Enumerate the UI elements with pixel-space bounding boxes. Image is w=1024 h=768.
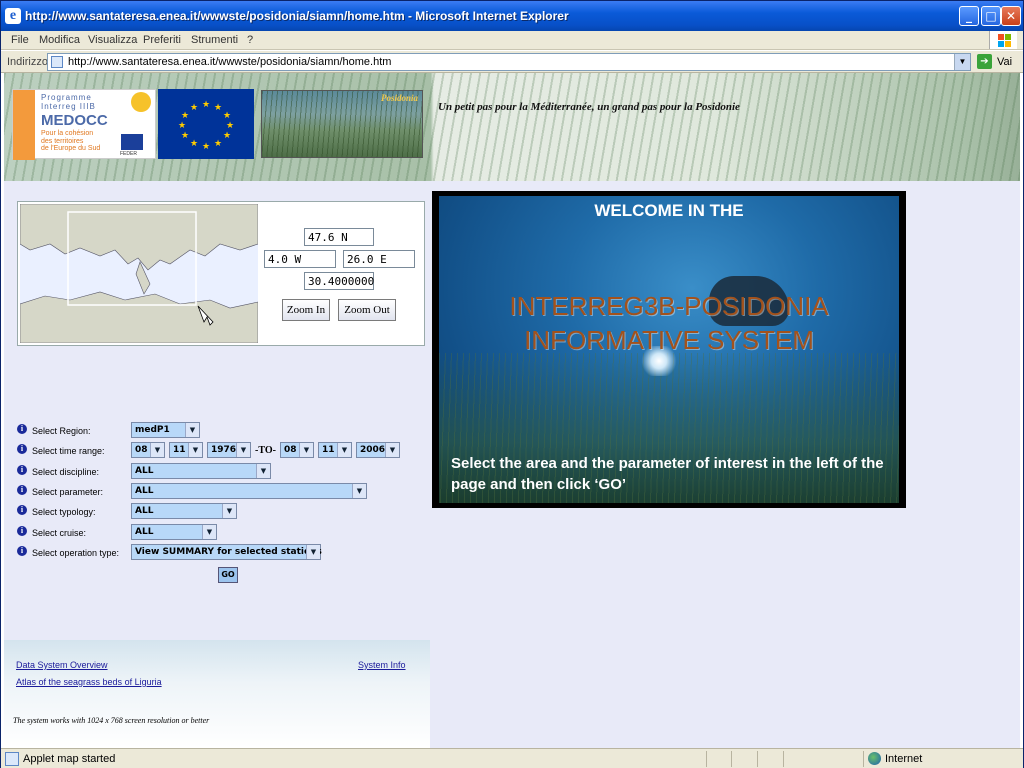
- menu-preferiti[interactable]: Preferiti: [143, 34, 181, 46]
- operation-row: i Select operation type: View SUMMARY fo…: [17, 544, 427, 563]
- go-arrow-icon[interactable]: ➔: [977, 54, 992, 69]
- parameter-select[interactable]: ALL ▼: [131, 483, 367, 499]
- svg-text:★: ★: [223, 131, 231, 141]
- menu-help[interactable]: ?: [247, 34, 253, 46]
- to-separator: -TO-: [255, 445, 276, 456]
- svg-text:★: ★: [202, 142, 210, 152]
- to-day-select[interactable]: 08 ▼: [280, 442, 314, 458]
- go-button[interactable]: GO: [218, 567, 238, 583]
- title-bar[interactable]: e http://www.santateresa.enea.it/wwwste/…: [1, 1, 1023, 31]
- info-icon[interactable]: i: [17, 485, 27, 495]
- cruise-row: i Select cruise: ALL ▼: [17, 524, 427, 543]
- to-month-select[interactable]: 11 ▼: [318, 442, 352, 458]
- east-coordinate[interactable]: 26.0 E: [343, 250, 415, 268]
- info-icon[interactable]: i: [17, 465, 27, 475]
- ie-icon: e: [5, 8, 21, 24]
- region-select[interactable]: medP1 ▼: [131, 422, 200, 438]
- window-title: http://www.santateresa.enea.it/wwwste/po…: [25, 9, 569, 23]
- status-text: Applet map started: [23, 753, 116, 765]
- system-info-link[interactable]: System Info: [358, 660, 406, 670]
- menu-bar: File Modifica Visualizza Preferiti Strum…: [1, 31, 1023, 50]
- resolution-note: The system works with 1024 x 768 screen …: [13, 716, 210, 725]
- close-button[interactable]: ✕: [1001, 6, 1021, 26]
- svg-text:★: ★: [226, 121, 234, 131]
- status-bar: Applet map started Internet: [1, 748, 1023, 768]
- posidonia-label: Posidonia: [380, 93, 418, 103]
- go-button[interactable]: Vai: [997, 56, 1012, 68]
- discipline-row: i Select discipline: ALL ▼: [17, 463, 427, 482]
- page-status-icon: [5, 752, 19, 766]
- page-content: Programme Interreg IIIB MEDOCC Pour la co…: [4, 73, 1020, 748]
- north-coordinate[interactable]: 47.6 N: [304, 228, 374, 246]
- svg-text:★: ★: [223, 111, 231, 121]
- typology-select[interactable]: ALL ▼: [131, 503, 237, 519]
- svg-text:★: ★: [181, 111, 189, 121]
- medocc-logo: Programme Interreg IIIB MEDOCC Pour la co…: [12, 89, 156, 160]
- globe-icon: [868, 752, 881, 765]
- address-dropdown-icon[interactable]: ▼: [954, 54, 970, 70]
- info-icon[interactable]: i: [17, 424, 27, 434]
- svg-text:★: ★: [190, 139, 198, 149]
- browser-window: e http://www.santateresa.enea.it/wwwste/…: [0, 0, 1024, 768]
- address-label: Indirizzo: [7, 56, 48, 68]
- discipline-select[interactable]: ALL ▼: [131, 463, 271, 479]
- sun-icon: [131, 92, 151, 112]
- address-bar: Indirizzo http://www.santateresa.enea.it…: [1, 51, 1023, 73]
- menu-visualizza[interactable]: Visualizza: [88, 34, 137, 46]
- operation-select[interactable]: View SUMMARY for selected stations ▼: [131, 544, 322, 560]
- to-year-select[interactable]: 2006 ▼: [356, 442, 400, 458]
- west-coordinate[interactable]: 4.0 W: [264, 250, 336, 268]
- from-day-select[interactable]: 08 ▼: [131, 442, 165, 458]
- svg-text:★: ★: [181, 131, 189, 141]
- cruise-select[interactable]: ALL ▼: [131, 524, 217, 540]
- parameter-row: i Select parameter: ALL ▼: [17, 483, 427, 502]
- atlas-link[interactable]: Atlas of the seagrass beds of Liguria: [16, 677, 162, 687]
- address-url: http://www.santateresa.enea.it/wwwste/po…: [68, 56, 392, 68]
- instructions-text: Select the area and the parameter of int…: [451, 455, 884, 493]
- eu-mini-flag-icon: [121, 134, 143, 150]
- info-icon[interactable]: i: [17, 444, 27, 454]
- security-zone: Internet: [885, 753, 923, 765]
- svg-text:★: ★: [178, 121, 186, 131]
- maximize-button[interactable]: □: [981, 6, 1001, 26]
- time-range-row: i Select time range: 08 ▼ 11 ▼ 1976 ▼ -TO- …: [17, 442, 427, 461]
- info-icon[interactable]: i: [17, 505, 27, 515]
- scale-value[interactable]: 30.4000000: [304, 272, 374, 290]
- slogan-text: Un petit pas pour la Méditerranée, un gr…: [438, 101, 740, 113]
- svg-text:★: ★: [190, 103, 198, 113]
- left-panel: 47.6 N 4.0 W 26.0 E 30.4000000 Zoom In Z…: [4, 181, 430, 748]
- page-icon: [51, 56, 63, 68]
- seagrass-background: [4, 73, 1020, 181]
- posidonia-photo: Posidonia: [261, 90, 423, 158]
- welcome-title: WELCOME IN THE: [594, 201, 744, 220]
- footer-links: Data System Overview System Info Atlas o…: [4, 640, 430, 748]
- windows-logo-icon: [989, 31, 1017, 49]
- svg-text:★: ★: [214, 139, 222, 149]
- map-applet: 47.6 N 4.0 W 26.0 E 30.4000000 Zoom In Z…: [17, 201, 425, 346]
- zoom-out-button[interactable]: Zoom Out: [338, 299, 396, 321]
- zoom-in-button[interactable]: Zoom In: [282, 299, 330, 321]
- system-title: INTERREG3B-POSIDONIA INFORMATIVE SYSTEM: [509, 291, 829, 355]
- menu-modifica[interactable]: Modifica: [39, 34, 80, 46]
- svg-text:★: ★: [214, 103, 222, 113]
- header-banner: Programme Interreg IIIB MEDOCC Pour la co…: [4, 73, 1020, 181]
- from-month-select[interactable]: 11 ▼: [169, 442, 203, 458]
- data-system-overview-link[interactable]: Data System Overview: [16, 660, 108, 670]
- info-icon[interactable]: i: [17, 526, 27, 536]
- eu-flag-icon: ★ ★ ★ ★ ★ ★ ★ ★ ★ ★ ★ ★: [158, 89, 254, 159]
- menu-file[interactable]: File: [11, 34, 29, 46]
- svg-text:★: ★: [202, 100, 210, 110]
- address-input[interactable]: http://www.santateresa.enea.it/wwwste/po…: [47, 53, 971, 71]
- info-icon[interactable]: i: [17, 546, 27, 556]
- region-row: i Select Region: medP1 ▼: [17, 422, 427, 441]
- welcome-banner: WELCOME IN THE INTERREG3B-POSIDONIA INFOR…: [432, 191, 906, 508]
- from-year-select[interactable]: 1976 ▼: [207, 442, 251, 458]
- mediterranean-map[interactable]: [19, 203, 259, 344]
- minimize-button[interactable]: _: [959, 6, 979, 26]
- typology-row: i Select typology: ALL ▼: [17, 503, 427, 522]
- menu-strumenti[interactable]: Strumenti: [191, 34, 238, 46]
